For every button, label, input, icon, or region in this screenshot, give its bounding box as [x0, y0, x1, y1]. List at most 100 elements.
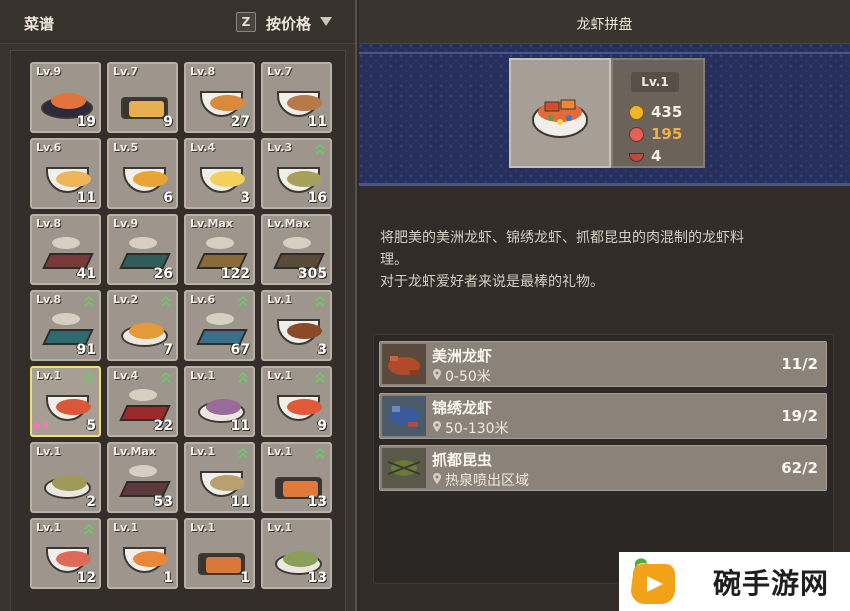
recipe-card[interactable]: Lv.Max 305	[261, 214, 332, 285]
upgrade-available-icon	[238, 296, 248, 306]
recipe-list-panel: 菜谱 Z 按价格 Lv.9 19 Lv.7 9 Lv.8 27 Lv.7 11 Lv.6 11 Lv…	[0, 0, 357, 611]
ingredient-location: 0-50米	[445, 369, 491, 385]
upgrade-available-icon	[161, 372, 171, 382]
recipe-card[interactable]: Lv.4 3	[184, 138, 255, 209]
recipe-card[interactable]: Lv.Max 53	[107, 442, 178, 513]
recipe-card[interactable]: Lv.2 7	[107, 290, 178, 361]
recipe-count: 19	[76, 114, 96, 130]
sort-dropdown-arrow-icon[interactable]	[320, 17, 332, 26]
recipe-level: Lv.2	[113, 293, 139, 306]
recipe-card[interactable]: Lv.3 16	[261, 138, 332, 209]
recipe-card[interactable]: Lv.1 1	[184, 518, 255, 589]
recipe-count: 122	[220, 266, 250, 282]
recipe-card[interactable]: Lv.1 13	[261, 518, 332, 589]
recipe-level: Lv.8	[36, 217, 62, 230]
upgrade-available-icon	[238, 372, 248, 382]
dish-stats: Lv.1 435 195 4	[611, 58, 705, 168]
recipe-card[interactable]: Lv.1 9	[261, 366, 332, 437]
recipe-card[interactable]: Lv.8 27	[184, 62, 255, 133]
recipe-count: 11	[230, 494, 250, 510]
recipe-card[interactable]: Lv.1 3	[261, 290, 332, 361]
ornate-lobster-icon	[382, 396, 426, 436]
recipe-card[interactable]: Lv.1 11	[184, 366, 255, 437]
recipe-level: Lv.1	[36, 445, 62, 458]
recipe-card[interactable]: Lv.1 2	[30, 442, 101, 513]
recipe-card[interactable]: Lv.7 11	[261, 62, 332, 133]
recipe-card[interactable]: Lv.1 13	[261, 442, 332, 513]
recipe-count: 13	[307, 570, 327, 586]
location-pin-icon	[433, 473, 441, 484]
recipe-card[interactable]: Lv.9 19	[30, 62, 101, 133]
recipe-card[interactable]: Lv.Max 122	[184, 214, 255, 285]
recipe-card[interactable]: Lv.1 5	[30, 366, 101, 437]
appeal-icon	[629, 127, 644, 142]
recipe-level: Lv.9	[36, 65, 62, 78]
recipe-count: 13	[307, 494, 327, 510]
recipe-count: 1	[240, 570, 250, 586]
sort-by-price-button[interactable]: 按价格	[266, 13, 311, 34]
recipe-card[interactable]: Lv.5 6	[107, 138, 178, 209]
recipe-count: 53	[153, 494, 173, 510]
upgrade-available-icon	[238, 448, 248, 458]
recipe-detail-panel: 龙虾拼盘 Lv.1 435 195 4 将肥美的美洲龙虾、锦绣龙虾、抓都昆虫的肉…	[359, 0, 850, 611]
recipe-card[interactable]: Lv.4 22	[107, 366, 178, 437]
crab-insect-icon	[382, 448, 426, 488]
watermark-logo-icon	[631, 558, 675, 604]
recipe-card[interactable]: Lv.6 67	[184, 290, 255, 361]
upgrade-available-icon	[84, 372, 94, 382]
ingredient-row[interactable]: 锦绣龙虾 50-130米 19/2	[379, 393, 827, 439]
recipe-level: Lv.5	[113, 141, 139, 154]
recipe-level: Lv.6	[36, 141, 62, 154]
recipe-level: Lv.1	[190, 369, 216, 382]
recipe-count: 3	[240, 190, 250, 206]
recipe-card[interactable]: Lv.7 9	[107, 62, 178, 133]
location-pin-icon	[433, 369, 441, 380]
ingredient-row[interactable]: 美洲龙虾 0-50米 11/2	[379, 341, 827, 387]
recipe-card[interactable]: Lv.1 11	[184, 442, 255, 513]
recipe-list-title: 菜谱	[24, 15, 55, 33]
recipe-level: Lv.8	[190, 65, 216, 78]
recipe-card[interactable]: Lv.8 91	[30, 290, 101, 361]
recipe-count: 16	[307, 190, 327, 206]
recipe-card[interactable]: Lv.6 11	[30, 138, 101, 209]
recipe-level: Lv.1	[190, 445, 216, 458]
price-value: 435	[651, 103, 683, 121]
banner-trim	[359, 52, 850, 54]
recipe-card[interactable]: Lv.1 12	[30, 518, 101, 589]
appeal-value: 195	[651, 125, 683, 143]
recipe-level: Lv.9	[113, 217, 139, 230]
recipe-count: 67	[230, 342, 250, 358]
recipe-level: Lv.8	[36, 293, 62, 306]
recipe-level: Lv.3	[267, 141, 293, 154]
recipe-card[interactable]: Lv.1 1	[107, 518, 178, 589]
recipe-card[interactable]: Lv.8 41	[30, 214, 101, 285]
recipe-level: Lv.1	[267, 293, 293, 306]
recipe-level: Lv.Max	[190, 217, 233, 230]
recipe-level: Lv.Max	[113, 445, 156, 458]
ingredient-location: 热泉喷出区域	[445, 473, 529, 489]
ingredient-location: 50-130米	[445, 421, 509, 437]
recipe-count: 2	[86, 494, 96, 510]
recipe-count: 11	[307, 114, 327, 130]
bow-ribbon-icon	[34, 421, 48, 430]
ingredient-row[interactable]: 抓都昆虫 热泉喷出区域 62/2	[379, 445, 827, 491]
recipe-count: 9	[317, 418, 327, 434]
upgrade-available-icon	[315, 372, 325, 382]
recipe-count: 41	[76, 266, 96, 282]
ingredient-name: 美洲龙虾	[432, 347, 493, 365]
recipe-card[interactable]: Lv.9 26	[107, 214, 178, 285]
dish-image	[509, 58, 611, 168]
sort-hotkey-badge: Z	[236, 12, 256, 32]
recipe-level: Lv.4	[113, 369, 139, 382]
recipe-count: 1	[163, 570, 173, 586]
recipe-level: Lv.1	[36, 369, 62, 382]
recipe-level: Lv.7	[267, 65, 293, 78]
ingredient-name: 抓都昆虫	[432, 451, 493, 469]
watermark-text: 碗手游网	[713, 567, 830, 600]
recipe-count: 3	[317, 342, 327, 358]
recipe-count: 26	[153, 266, 173, 282]
recipe-count: 5	[86, 418, 96, 434]
recipe-count: 6	[163, 190, 173, 206]
recipe-level: Lv.6	[190, 293, 216, 306]
ingredient-name: 锦绣龙虾	[432, 399, 493, 417]
